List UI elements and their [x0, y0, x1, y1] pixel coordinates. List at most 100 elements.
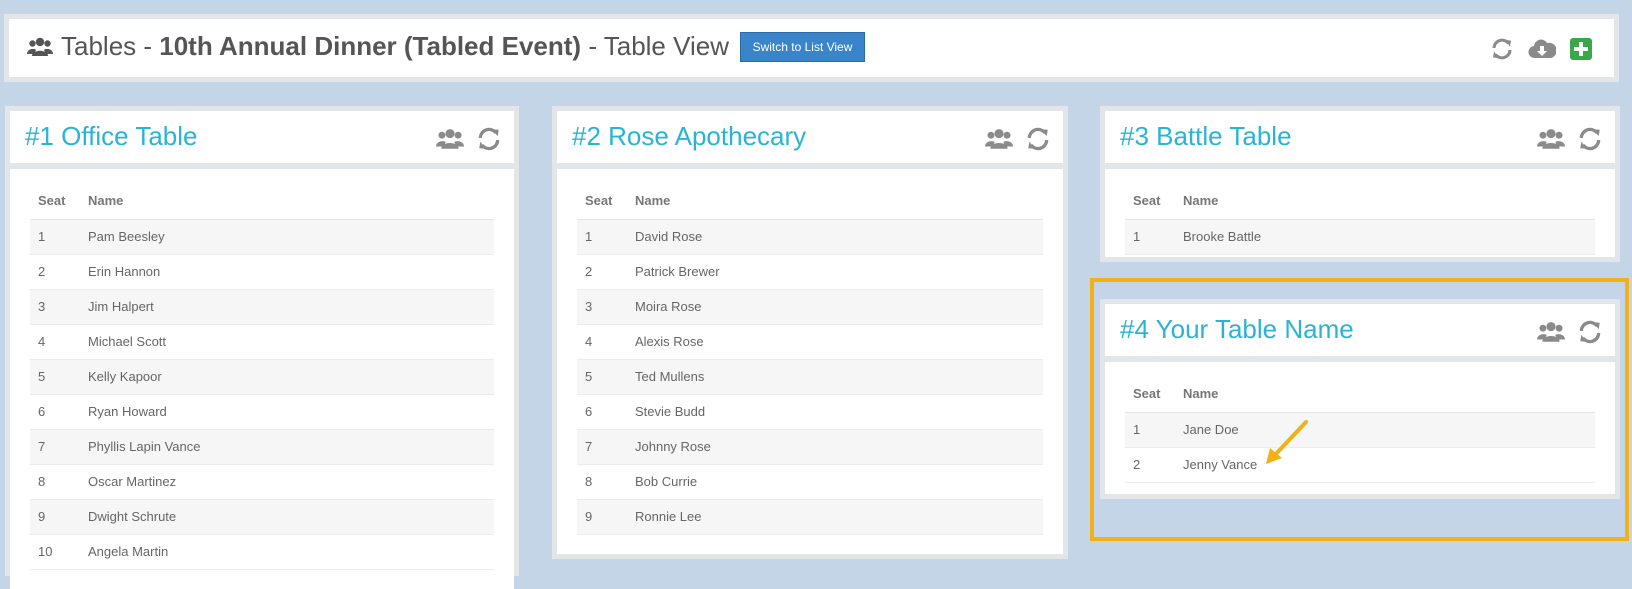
- seat-number: 9: [30, 499, 80, 535]
- guest-name: Jenny Vance: [1175, 447, 1595, 483]
- seat-number: 1: [1125, 219, 1175, 255]
- event-name: 10th Annual Dinner (Tabled Event): [159, 31, 582, 61]
- seat-number: 7: [577, 429, 627, 465]
- table-row[interactable]: 7 Phyllis Lapin Vance: [30, 429, 494, 465]
- guest-name: Ryan Howard: [80, 394, 494, 430]
- seat-number: 3: [30, 289, 80, 325]
- guest-name: Dwight Schrute: [80, 499, 494, 535]
- guest-name: Angela Martin: [80, 534, 494, 570]
- table-card: #1 Office Table Seat Name 1 Pam Beesley …: [5, 106, 519, 589]
- refresh-icon[interactable]: [1577, 319, 1603, 345]
- page-header-inner: Tables - 10th Annual Dinner (Tabled Even…: [9, 19, 1614, 77]
- table-row[interactable]: 8 Bob Currie: [577, 464, 1043, 500]
- table-row[interactable]: 1 David Rose: [577, 219, 1043, 255]
- table-row[interactable]: 1 Pam Beesley: [30, 219, 494, 255]
- table-row[interactable]: 9 Ronnie Lee: [577, 499, 1043, 535]
- guest-name: Stevie Budd: [627, 394, 1043, 430]
- guest-name: Jim Halpert: [80, 289, 494, 325]
- guest-name: Moira Rose: [627, 289, 1043, 325]
- table-row[interactable]: 10 Angela Martin: [30, 534, 494, 570]
- refresh-icon[interactable]: [476, 126, 502, 152]
- table-row[interactable]: 3 Moira Rose: [577, 289, 1043, 325]
- table-title: #4 Your Table Name: [1120, 314, 1354, 344]
- guest-name: Brooke Battle: [1175, 219, 1595, 255]
- name-column-header: Name: [80, 183, 494, 220]
- seat-number: 6: [30, 394, 80, 430]
- table-card-body: Seat Name 1 Brooke Battle: [1105, 169, 1615, 257]
- seat-column-header: Seat: [30, 183, 80, 220]
- page-header: Tables - 10th Annual Dinner (Tabled Even…: [4, 14, 1619, 82]
- title-prefix: Tables -: [61, 31, 160, 61]
- guest-name: Ronnie Lee: [627, 499, 1043, 535]
- table-card-body: Seat Name 1 David Rose 2 Patrick Brewer 3M…: [557, 169, 1063, 554]
- table-actions: [985, 126, 1051, 152]
- table-card-body: Seat Name 1 Pam Beesley 2 Erin Hannon 3 Jim…: [10, 169, 514, 589]
- seat-number: 9: [577, 499, 627, 535]
- seat-table: Seat Name 1 Brooke Battle: [1125, 183, 1595, 255]
- refresh-icon[interactable]: [1577, 126, 1603, 152]
- users-icon: [27, 37, 53, 57]
- table-row[interactable]: 4 Michael Scott: [30, 324, 494, 360]
- guest-name: Bob Currie: [627, 464, 1043, 500]
- seat-number: 3: [577, 289, 627, 325]
- seat-number: 2: [577, 254, 627, 290]
- users-icon[interactable]: [436, 127, 464, 151]
- table-row[interactable]: 5 Kelly Kapoor: [30, 359, 494, 395]
- table-card-header: #1 Office Table: [10, 111, 514, 163]
- seat-number: 1: [577, 219, 627, 255]
- title-suffix: - Table View: [581, 31, 729, 61]
- guest-name: Jane Doe: [1175, 412, 1595, 448]
- name-column-header: Name: [627, 183, 1043, 220]
- seat-number: 5: [577, 359, 627, 395]
- table-title: #3 Battle Table: [1120, 121, 1292, 151]
- table-row[interactable]: 1 Brooke Battle: [1125, 219, 1595, 255]
- users-icon[interactable]: [985, 127, 1013, 151]
- seat-number: 1: [1125, 412, 1175, 448]
- guest-name: Alexis Rose: [627, 324, 1043, 360]
- guest-name: Erin Hannon: [80, 254, 494, 290]
- table-row[interactable]: 5 Ted Mullens: [577, 359, 1043, 395]
- table-row[interactable]: 4 Alexis Rose: [577, 324, 1043, 360]
- refresh-icon[interactable]: [1490, 37, 1514, 61]
- seat-number: 6: [577, 394, 627, 430]
- seat-number: 2: [30, 254, 80, 290]
- switch-to-list-view-button[interactable]: Switch to List View: [740, 32, 865, 62]
- table-row[interactable]: 6 Ryan Howard: [30, 394, 494, 430]
- cloud-download-icon[interactable]: [1528, 38, 1556, 60]
- guest-name: Patrick Brewer: [627, 254, 1043, 290]
- users-icon[interactable]: [1537, 320, 1565, 344]
- refresh-icon[interactable]: [1025, 126, 1051, 152]
- page-title: Tables - 10th Annual Dinner (Tabled Even…: [27, 31, 729, 62]
- table-row[interactable]: 2 Patrick Brewer: [577, 254, 1043, 290]
- table-row[interactable]: 7 Johnny Rose: [577, 429, 1043, 465]
- table-card-header: #3 Battle Table: [1105, 111, 1615, 163]
- seat-column-header: Seat: [1125, 183, 1175, 220]
- users-icon[interactable]: [1537, 127, 1565, 151]
- table-actions: [1537, 319, 1603, 345]
- seat-table: Seat Name 1 Pam Beesley 2 Erin Hannon 3 Jim…: [30, 183, 494, 570]
- guest-name: Phyllis Lapin Vance: [80, 429, 494, 465]
- add-icon[interactable]: [1570, 38, 1592, 60]
- guest-name: Oscar Martinez: [80, 464, 494, 500]
- seat-number: 7: [30, 429, 80, 465]
- table-actions: [1537, 126, 1603, 152]
- table-card-header: #2 Rose Apothecary: [557, 111, 1063, 163]
- table-row[interactable]: 2 Erin Hannon: [30, 254, 494, 290]
- guest-name: Johnny Rose: [627, 429, 1043, 465]
- guest-name: Kelly Kapoor: [80, 359, 494, 395]
- seat-number: 10: [30, 534, 80, 570]
- name-column-header: Name: [1175, 183, 1595, 220]
- table-row[interactable]: 1 Jane Doe: [1125, 412, 1595, 448]
- seat-column-header: Seat: [1125, 376, 1175, 413]
- table-row[interactable]: 3 Jim Halpert: [30, 289, 494, 325]
- seat-number: 5: [30, 359, 80, 395]
- table-card-header: #4 Your Table Name: [1105, 304, 1615, 356]
- table-row[interactable]: 9 Dwight Schrute: [30, 499, 494, 535]
- name-column-header: Name: [1175, 376, 1595, 413]
- table-row[interactable]: 2 Jenny Vance: [1125, 447, 1595, 483]
- table-title: #2 Rose Apothecary: [572, 121, 807, 151]
- table-row[interactable]: 6 Stevie Budd: [577, 394, 1043, 430]
- table-title: #1 Office Table: [25, 121, 198, 151]
- guest-name: David Rose: [627, 219, 1043, 255]
- table-row[interactable]: 8 Oscar Martinez: [30, 464, 494, 500]
